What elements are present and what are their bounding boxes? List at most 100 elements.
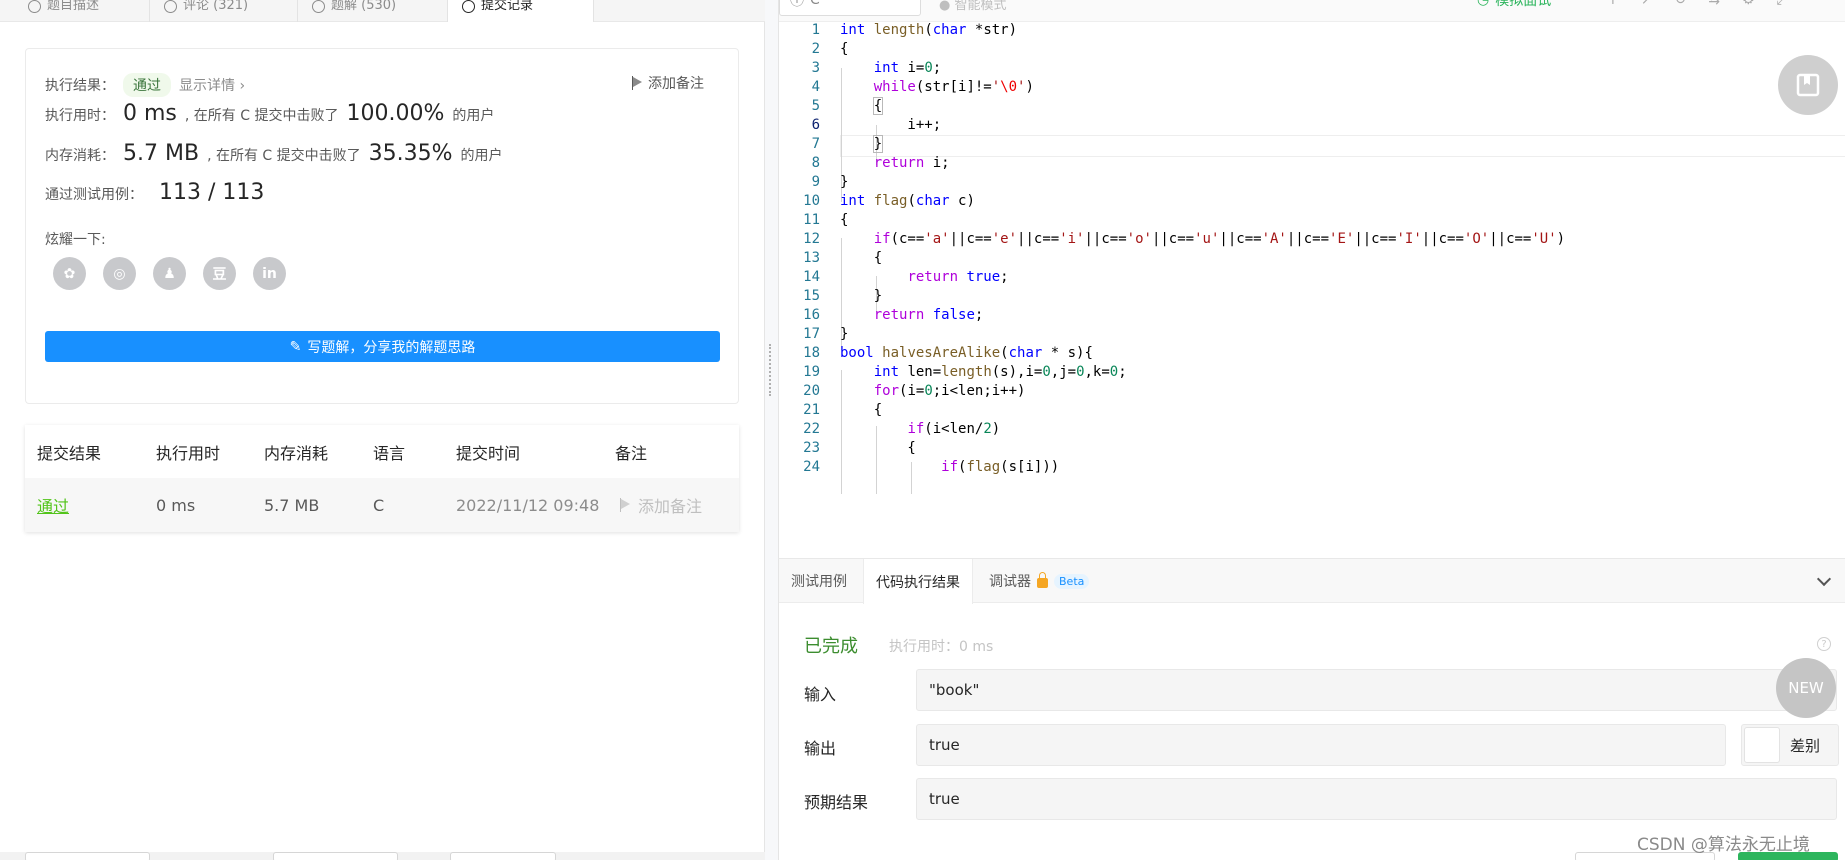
line-number: 1 bbox=[811, 22, 820, 38]
mock-interview-button[interactable]: ◷ 模拟面试 bbox=[1477, 0, 1551, 10]
line-number: 20 bbox=[803, 383, 820, 399]
format-icon[interactable]: ⇆ bbox=[1708, 0, 1720, 8]
input-value: "book" bbox=[916, 669, 1837, 711]
line-number: 7 bbox=[811, 136, 820, 152]
line-number: 13 bbox=[803, 250, 820, 266]
row-runtime: 0 ms bbox=[156, 495, 196, 515]
bottom-button[interactable] bbox=[273, 852, 398, 860]
code-line: int flag(char c) bbox=[840, 193, 975, 209]
line-number: 15 bbox=[803, 288, 820, 304]
line-number: 16 bbox=[803, 307, 820, 323]
settings-icon[interactable]: ⚙ bbox=[1742, 0, 1755, 8]
expected-label: 预期结果 bbox=[804, 793, 869, 812]
exec-result-label: 执行结果： bbox=[45, 78, 115, 94]
header-runtime: 执行用时 bbox=[156, 443, 221, 463]
weibo-icon[interactable]: ◎ bbox=[103, 257, 136, 290]
memory-row: 内存消耗： 5.7 MB , 在所有 C 提交中击败了 35.35% 的用户 bbox=[45, 141, 503, 166]
table-row[interactable]: 通过 0 ms 5.7 MB C 2022/11/12 09:48 添加备注 bbox=[25, 478, 739, 532]
submission-table: 提交结果 执行用时 内存消耗 语言 提交时间 备注 通过 0 ms 5.7 MB… bbox=[25, 425, 739, 532]
chevron-down-icon[interactable] bbox=[1816, 571, 1832, 587]
current-line-highlight bbox=[840, 135, 1845, 157]
line-number: 17 bbox=[803, 326, 820, 342]
run-status: 已完成 bbox=[804, 636, 858, 657]
line-number: 8 bbox=[811, 155, 820, 171]
notebook-button[interactable] bbox=[1778, 55, 1838, 115]
line-number: 4 bbox=[811, 79, 820, 95]
tip-icon[interactable]: ↑ bbox=[1607, 0, 1619, 8]
tab-description[interactable]: 题目描述 bbox=[14, 0, 150, 22]
row-status-link[interactable]: 通过 bbox=[37, 478, 69, 532]
expected-value: true bbox=[916, 778, 1837, 820]
header-note: 备注 bbox=[615, 443, 648, 463]
tab-run-result[interactable]: 代码执行结果 bbox=[863, 559, 973, 604]
diff-toggle[interactable]: 差别 bbox=[1741, 724, 1839, 766]
code-line: while(str[i]!='\0') bbox=[873, 79, 1034, 95]
status-badge: 通过 bbox=[123, 73, 171, 97]
tab-comments[interactable]: 评论 (321) bbox=[150, 0, 298, 22]
header-status: 提交结果 bbox=[37, 443, 102, 463]
info-icon: ⓘ bbox=[790, 0, 804, 9]
run-exec-time: 执行用时：0 ms bbox=[889, 639, 994, 655]
code-line: } bbox=[840, 174, 849, 190]
bottom-button[interactable] bbox=[25, 852, 150, 860]
new-feature-button[interactable]: NEW bbox=[1776, 658, 1836, 718]
code-line: int len=length(s),i=0,j=0,k=0; bbox=[873, 364, 1127, 380]
tab-solutions[interactable]: 题解 (530) bbox=[298, 0, 448, 22]
write-solution-button[interactable]: ✎ 写题解，分享我的解题思路 bbox=[45, 331, 720, 362]
clock-icon bbox=[462, 0, 475, 13]
code-line: bool halvesAreAlike(char * s){ bbox=[840, 345, 1093, 361]
line-number: 9 bbox=[811, 174, 820, 190]
reset-icon[interactable]: ↻ bbox=[1674, 0, 1686, 8]
line-number: 11 bbox=[803, 212, 820, 228]
code-line: { bbox=[840, 402, 883, 418]
code-line: } bbox=[840, 326, 849, 342]
exec-result-row: 执行结果： 通过 显示详情 › bbox=[45, 73, 245, 97]
diff-switch[interactable] bbox=[1744, 727, 1780, 763]
code-line: return i; bbox=[873, 155, 950, 171]
solution-icon bbox=[312, 0, 325, 13]
tab-testcase[interactable]: 测试用例 bbox=[779, 559, 859, 603]
line-number: 12 bbox=[803, 231, 820, 247]
tab-submissions[interactable]: 提交记录 bbox=[448, 0, 594, 22]
row-add-note[interactable]: 添加备注 bbox=[620, 478, 702, 532]
add-note-button[interactable]: 添加备注 bbox=[632, 73, 704, 93]
code-line: int i=0; bbox=[873, 60, 942, 76]
flag-icon bbox=[632, 76, 642, 90]
wechat-icon[interactable]: ✿ bbox=[53, 257, 86, 290]
code-area[interactable]: 1 int length(char *str) 2 { 3 int i=0; 4… bbox=[779, 22, 1845, 558]
code-editor[interactable]: ⓘ C ● 智能模式 ◷ 模拟面试 ↑ ↗ ↻ ⇆ ⚙ ⤢ 1 int leng… bbox=[778, 0, 1845, 558]
linkedin-icon[interactable]: in bbox=[253, 257, 286, 290]
line-number: 24 bbox=[803, 459, 820, 475]
input-label: 输入 bbox=[804, 685, 837, 704]
share-label: 炫耀一下: bbox=[45, 232, 106, 248]
smart-mode-toggle[interactable]: ● 智能模式 bbox=[939, 0, 1007, 13]
qq-icon[interactable]: ♟ bbox=[153, 257, 186, 290]
code-line: return true; bbox=[907, 269, 1009, 285]
language-select[interactable]: ⓘ C bbox=[779, 0, 921, 16]
fullscreen-icon[interactable]: ⤢ bbox=[1777, 0, 1788, 8]
code-line: { bbox=[840, 212, 849, 228]
line-number: 5 bbox=[811, 98, 820, 114]
code-line: { bbox=[840, 250, 883, 266]
row-language: C bbox=[373, 495, 385, 515]
tab-debugger[interactable]: 调试器 Beta bbox=[977, 559, 1101, 603]
code-line: for(i=0;i<len;i++) bbox=[873, 383, 1026, 399]
notes-icon[interactable]: ↗ bbox=[1641, 0, 1653, 8]
problem-tabs: 题目描述 评论 (321) 题解 (530) 提交记录 bbox=[0, 0, 765, 22]
bottom-button[interactable] bbox=[450, 852, 556, 860]
line-number: 6 bbox=[811, 117, 820, 133]
console-tabs: 测试用例 代码执行结果 调试器 Beta bbox=[779, 559, 1845, 604]
testcases-value: 113 / 113 bbox=[159, 180, 265, 205]
resize-handle[interactable] bbox=[769, 344, 772, 396]
show-details-link[interactable]: 显示详情 › bbox=[179, 75, 245, 95]
runtime-row: 执行用时： 0 ms , 在所有 C 提交中击败了 100.00% 的用户 bbox=[45, 101, 495, 126]
douban-icon[interactable]: 豆 bbox=[203, 257, 236, 290]
flag-icon bbox=[620, 498, 630, 512]
code-line: return false; bbox=[873, 307, 984, 323]
memory-percentile: 35.35% bbox=[368, 141, 453, 166]
line-number: 10 bbox=[803, 193, 820, 209]
memory-value: 5.7 MB bbox=[123, 141, 200, 166]
help-icon[interactable]: ? bbox=[1817, 637, 1831, 651]
line-number: 14 bbox=[803, 269, 820, 285]
code-line: { bbox=[840, 440, 916, 456]
